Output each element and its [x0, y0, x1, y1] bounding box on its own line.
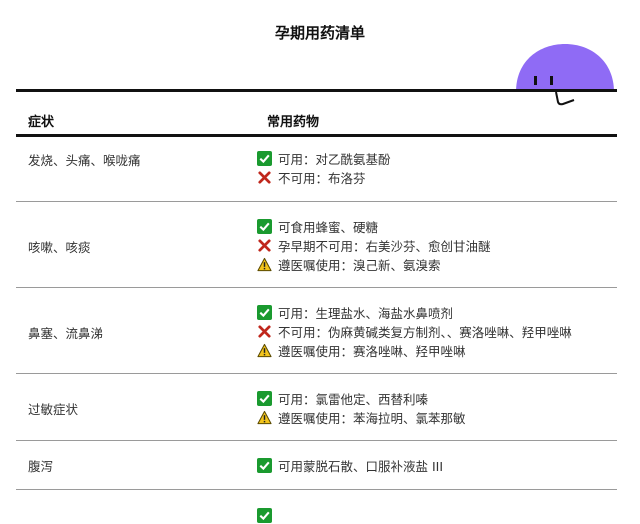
- medicine-line: 可用：对乙酰氨基酚: [257, 149, 391, 167]
- top-rule: [16, 89, 617, 92]
- medicine-text: 遵医嘱使用：赛洛唑啉、羟甲唑啉: [278, 343, 466, 359]
- warning-icon: [257, 410, 272, 424]
- check-icon: [257, 457, 272, 473]
- medicine-text: 可用：生理盐水、海盐水鼻喷剂: [278, 305, 454, 321]
- medicine-line: 可用：生理盐水、海盐水鼻喷剂: [257, 303, 453, 321]
- medicine-text: 遵医嘱使用：溴己新、氨溴索: [278, 257, 441, 273]
- medicine-text: 孕早期不可用：右美沙芬、愈创甘油醚: [278, 238, 491, 254]
- medicine-line: 可食用蜂蜜、硬糖: [257, 217, 378, 235]
- check-icon: [257, 218, 272, 234]
- medicine-line: 不可用：伪麻黄碱类复方制剂、、赛洛唑啉、羟甲唑啉: [257, 322, 572, 340]
- medicine-text: 可食用蜂蜜、硬糖: [278, 219, 379, 235]
- medicine-line: 可用：氯雷他定、西替利嗪: [257, 389, 428, 407]
- medicine-line: 遵医嘱使用：溴己新、氨溴索: [257, 255, 441, 273]
- warning-icon: [257, 257, 272, 271]
- cross-icon: [258, 238, 271, 252]
- cross-icon: [258, 324, 271, 338]
- table-row: 发烧、头痛、喉咙痛 可用：对乙酰氨基酚 不可用：布洛芬: [16, 137, 617, 201]
- medicine-line: 可用蒙脱石散、口服补液盐 III: [257, 456, 443, 474]
- mascot-right-eye: [550, 76, 553, 85]
- mascot-illustration: [516, 44, 614, 106]
- table-row: 咳嗽、咳痰 可食用蜂蜜、硬糖 孕早期不可用：右美沙芬、愈创甘油醚 遵医嘱使用：溴…: [16, 202, 617, 286]
- medicine-text: 不可用：布洛芬: [278, 170, 366, 186]
- medicine-text: 遵医嘱使用：苯海拉明、氯苯那敏: [278, 410, 466, 426]
- medicine-line: 遵医嘱使用：赛洛唑啉、羟甲唑啉: [257, 341, 466, 359]
- medicine-text: 可用蒙脱石散、口服补液盐 III: [278, 458, 444, 474]
- mascot-arm: [555, 91, 575, 106]
- symptom-cell: 腹泻: [28, 459, 54, 474]
- warning-icon: [257, 343, 272, 357]
- symptom-cell: 过敏症状: [28, 402, 79, 417]
- column-header-medicine: 常用药物: [267, 115, 320, 130]
- medicine-line: 遵医嘱使用：苯海拉明、氯苯那敏: [257, 408, 466, 426]
- table-row: 腹泻 可用蒙脱石散、口服补液盐 III: [16, 441, 617, 489]
- medicine-line: [257, 506, 278, 524]
- check-icon: [257, 507, 272, 523]
- check-icon: [257, 390, 272, 406]
- medicine-line: 孕早期不可用：右美沙芬、愈创甘油醚: [257, 236, 491, 254]
- symptom-cell: 鼻塞、流鼻涕: [28, 326, 104, 341]
- mascot-left-eye: [534, 76, 537, 85]
- cross-icon: [258, 170, 271, 184]
- medicine-text: 不可用：伪麻黄碱类复方制剂、、赛洛唑啉、羟甲唑啉: [278, 324, 572, 340]
- table-row: [16, 490, 617, 523]
- symptom-cell: 咳嗽、咳痰: [28, 240, 91, 255]
- column-header-symptom: 症状: [28, 115, 55, 130]
- medicine-line: 不可用：布洛芬: [257, 168, 366, 186]
- medicine-text: 可用：氯雷他定、西替利嗪: [278, 391, 429, 407]
- medicine-text: 可用：对乙酰氨基酚: [278, 151, 391, 167]
- symptom-cell: 发烧、头痛、喉咙痛: [28, 153, 141, 168]
- mascot-body: [516, 44, 614, 92]
- table-row: 鼻塞、流鼻涕 可用：生理盐水、海盐水鼻喷剂 不可用：伪麻黄碱类复方制剂、、赛洛唑…: [16, 288, 617, 373]
- check-icon: [257, 304, 272, 320]
- table-row: 过敏症状 可用：氯雷他定、西替利嗪 遵医嘱使用：苯海拉明、氯苯那敏: [16, 374, 617, 440]
- check-icon: [257, 150, 272, 166]
